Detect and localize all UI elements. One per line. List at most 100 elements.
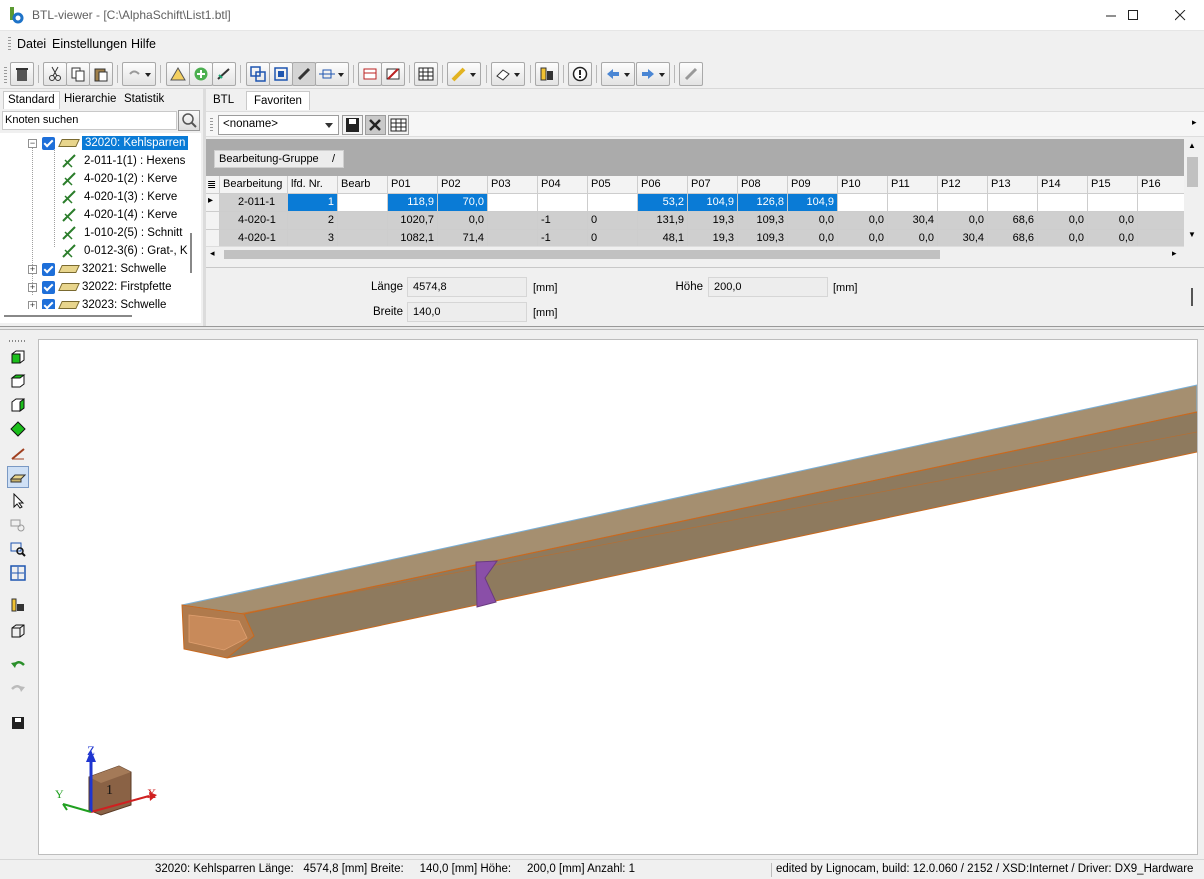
table-cell[interactable]: 0,0 [838, 212, 888, 230]
add-button[interactable] [189, 62, 213, 86]
grid-button[interactable] [414, 62, 438, 86]
table-cell[interactable] [988, 194, 1038, 212]
props-scroll-thumb[interactable] [1191, 288, 1193, 306]
save-view-button[interactable] [7, 712, 29, 734]
group-button[interactable] [246, 62, 270, 86]
scroll-thumb[interactable] [1187, 157, 1198, 187]
menu-hilfe[interactable]: Hilfe [131, 37, 156, 51]
table-cell[interactable] [1138, 212, 1184, 230]
expand-icon[interactable]: + [28, 282, 37, 292]
scroll-thumb[interactable] [4, 315, 132, 317]
snap-dropdown[interactable] [315, 62, 349, 86]
table-cell[interactable] [1038, 194, 1088, 212]
column-header[interactable]: P07 [688, 176, 738, 194]
process-button[interactable] [212, 62, 236, 86]
view-top-button[interactable] [7, 370, 29, 392]
expand-icon[interactable]: + [28, 264, 37, 274]
close-button[interactable] [1157, 0, 1203, 31]
breite-field[interactable]: 140,0 [407, 302, 527, 322]
view-iso-button[interactable] [7, 418, 29, 440]
tab-btl[interactable]: BTL [206, 91, 241, 110]
table-cell[interactable] [588, 194, 638, 212]
undo-dropdown[interactable] [122, 62, 156, 86]
table-cell[interactable]: 126,8 [738, 194, 788, 212]
column-header[interactable]: P06 [638, 176, 688, 194]
save-favorite-button[interactable] [342, 115, 363, 135]
table-cell[interactable] [888, 194, 938, 212]
paste-button[interactable] [89, 62, 113, 86]
tree-horizontal-scrollbar[interactable] [0, 309, 190, 323]
measure-button[interactable] [7, 442, 29, 464]
column-header[interactable]: P01 [388, 176, 438, 194]
tab-favoriten[interactable]: Favoriten [246, 91, 310, 110]
grid-horizontal-scrollbar[interactable]: ◂ ▸ [206, 246, 1184, 262]
column-header[interactable]: P13 [988, 176, 1038, 194]
node-checkbox[interactable] [42, 136, 55, 150]
node-checkbox[interactable] [42, 262, 55, 276]
tree-vertical-scrollbar[interactable] [190, 133, 201, 323]
table-cell[interactable] [338, 194, 388, 212]
node-checkbox[interactable] [42, 298, 55, 309]
table-filter-button[interactable] [358, 62, 382, 86]
scroll-thumb[interactable] [190, 233, 192, 273]
laenge-field[interactable]: 4574,8 [407, 277, 527, 297]
zoom-button[interactable] [7, 514, 29, 536]
columns-button[interactable] [388, 115, 409, 135]
more-arrow-icon[interactable]: ▸ [1192, 117, 1197, 128]
toolbar-grip[interactable] [4, 67, 7, 83]
tree-node-selected[interactable]: − 32020: Kehlsparren [28, 134, 189, 152]
tab-hierarchie[interactable]: Hierarchie [60, 91, 120, 109]
scroll-down-icon[interactable]: ▼ [1188, 230, 1196, 239]
table-cell[interactable]: 70,0 [438, 194, 488, 212]
scroll-right-icon[interactable]: ▸ [1172, 248, 1177, 259]
column-header[interactable]: P02 [438, 176, 488, 194]
table-cell[interactable] [1138, 194, 1184, 212]
group-by-panel[interactable]: Bearbeitung-Gruppe / [214, 150, 344, 168]
ruler-button[interactable] [535, 62, 559, 86]
table-cell[interactable]: 0,0 [1088, 212, 1138, 230]
view-side-button[interactable] [7, 394, 29, 416]
tree-child[interactable]: 4-020-1(2) : Kerve [62, 170, 177, 188]
table-cell[interactable] [338, 212, 388, 230]
table-cell[interactable]: 4-020-1 [220, 212, 288, 230]
warning-button[interactable] [166, 62, 190, 86]
column-header[interactable]: P16 [1138, 176, 1184, 194]
table-clear-button[interactable] [381, 62, 405, 86]
table-cell[interactable] [538, 194, 588, 212]
edit-dropdown[interactable] [447, 62, 481, 86]
column-header[interactable]: P10 [838, 176, 888, 194]
maximize-button[interactable] [1110, 0, 1156, 31]
column-header[interactable]: P04 [538, 176, 588, 194]
column-header[interactable]: P14 [1038, 176, 1088, 194]
table-cell[interactable]: 104,9 [688, 194, 738, 212]
menu-datei[interactable]: Datei [17, 37, 46, 51]
column-header[interactable]: P09 [788, 176, 838, 194]
collapse-icon[interactable]: − [28, 138, 37, 148]
view-toolbar-grip[interactable] [9, 340, 27, 342]
eraser-dropdown[interactable] [491, 62, 525, 86]
table-cell[interactable]: 0,0 [438, 212, 488, 230]
view-front-button[interactable] [7, 346, 29, 368]
table-cell[interactable]: 109,3 [738, 212, 788, 230]
tab-standard[interactable]: Standard [3, 91, 60, 109]
favorites-select[interactable]: <noname> [218, 115, 339, 135]
import-dropdown[interactable] [601, 62, 635, 86]
info-button[interactable] [568, 62, 592, 86]
3d-viewport[interactable]: Z Y X 1 [38, 339, 1198, 855]
table-cell[interactable]: 0,0 [788, 212, 838, 230]
zoom-window-button[interactable] [7, 538, 29, 560]
zoom-extents-button[interactable] [7, 562, 29, 584]
menu-grip[interactable] [8, 37, 11, 51]
menu-einstellungen[interactable]: Einstellungen [52, 37, 127, 51]
tree-child[interactable]: 4-020-1(3) : Kerve [62, 188, 177, 206]
link-button[interactable] [679, 62, 703, 86]
table-cell[interactable] [488, 194, 538, 212]
scroll-thumb[interactable] [224, 250, 940, 259]
tab-statistik[interactable]: Statistik [120, 91, 168, 109]
expand-icon[interactable]: + [28, 300, 37, 309]
table-cell[interactable]: 53,2 [638, 194, 688, 212]
table-cell[interactable] [838, 194, 888, 212]
tree-child[interactable]: 0-012-3(6) : Grat-, K [62, 242, 188, 260]
column-header[interactable]: lfd. Nr. [288, 176, 338, 194]
row-header-corner[interactable]: ≣ [206, 176, 220, 194]
